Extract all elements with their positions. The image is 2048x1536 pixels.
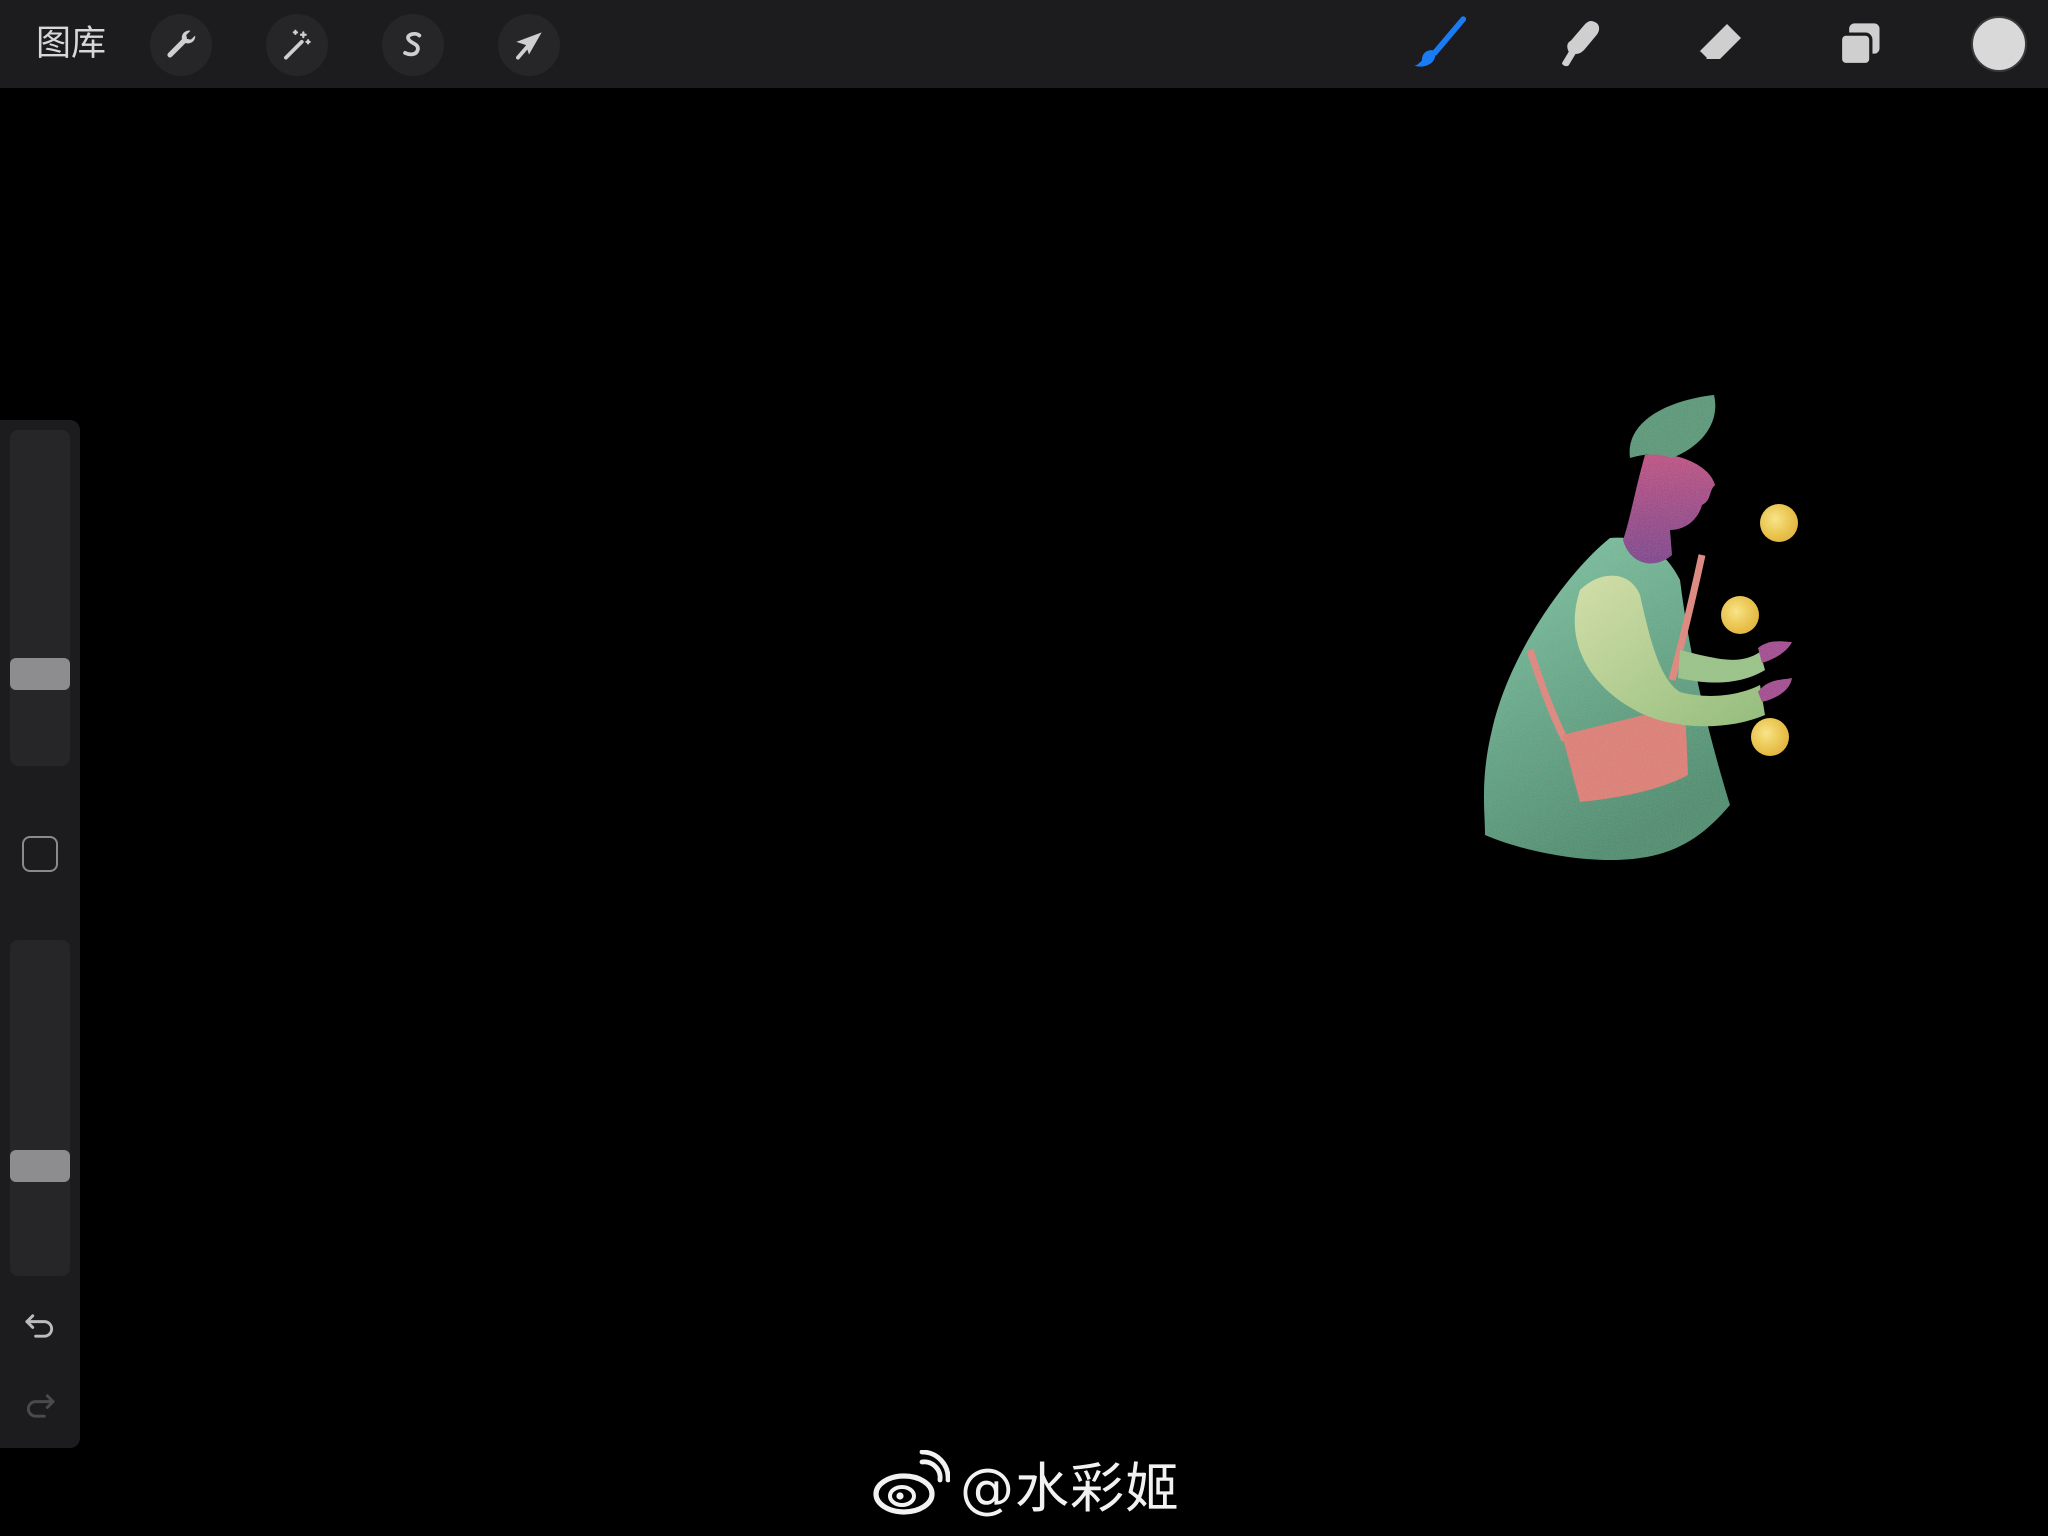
transform-button[interactable] — [498, 14, 560, 76]
opacity-slider[interactable] — [10, 940, 70, 1276]
magic-wand-icon — [284, 29, 311, 60]
left-sidebar — [0, 420, 80, 1448]
brush-size-thumb[interactable] — [10, 658, 70, 690]
modify-button[interactable] — [22, 836, 58, 872]
redo-button[interactable] — [18, 1386, 62, 1426]
watermark-text: @水彩姬 — [960, 1456, 1180, 1520]
smudge-tool-button[interactable] — [1545, 10, 1615, 80]
eraser-icon — [1698, 24, 1741, 60]
selection-s-icon — [403, 31, 422, 57]
color-swatch[interactable] — [1971, 16, 2027, 72]
eraser-tool-button[interactable] — [1685, 10, 1755, 80]
wrench-icon — [167, 30, 196, 58]
undo-arrow-icon — [25, 1314, 54, 1338]
actions-button[interactable] — [150, 14, 212, 76]
adjustments-button[interactable] — [266, 14, 328, 76]
weibo-logo-icon — [873, 1450, 950, 1515]
brush-tool-button[interactable] — [1405, 10, 1475, 80]
undo-button[interactable] — [18, 1306, 62, 1346]
canvas-illustration — [1483, 395, 1798, 860]
gallery-button[interactable]: 图库 — [36, 22, 106, 66]
brush-size-slider[interactable] — [10, 430, 70, 766]
paintbrush-icon — [1414, 16, 1467, 67]
selection-button[interactable] — [382, 14, 444, 76]
arrow-cursor-icon — [516, 32, 542, 60]
top-toolbar: 图库 — [0, 0, 2048, 89]
layers-button[interactable] — [1825, 10, 1895, 80]
layers-icon — [1838, 23, 1880, 67]
redo-arrow-icon — [26, 1394, 55, 1418]
opacity-thumb[interactable] — [10, 1149, 70, 1182]
watermark: @水彩姬 — [870, 1448, 1180, 1520]
smudge-finger-icon — [1562, 21, 1600, 67]
